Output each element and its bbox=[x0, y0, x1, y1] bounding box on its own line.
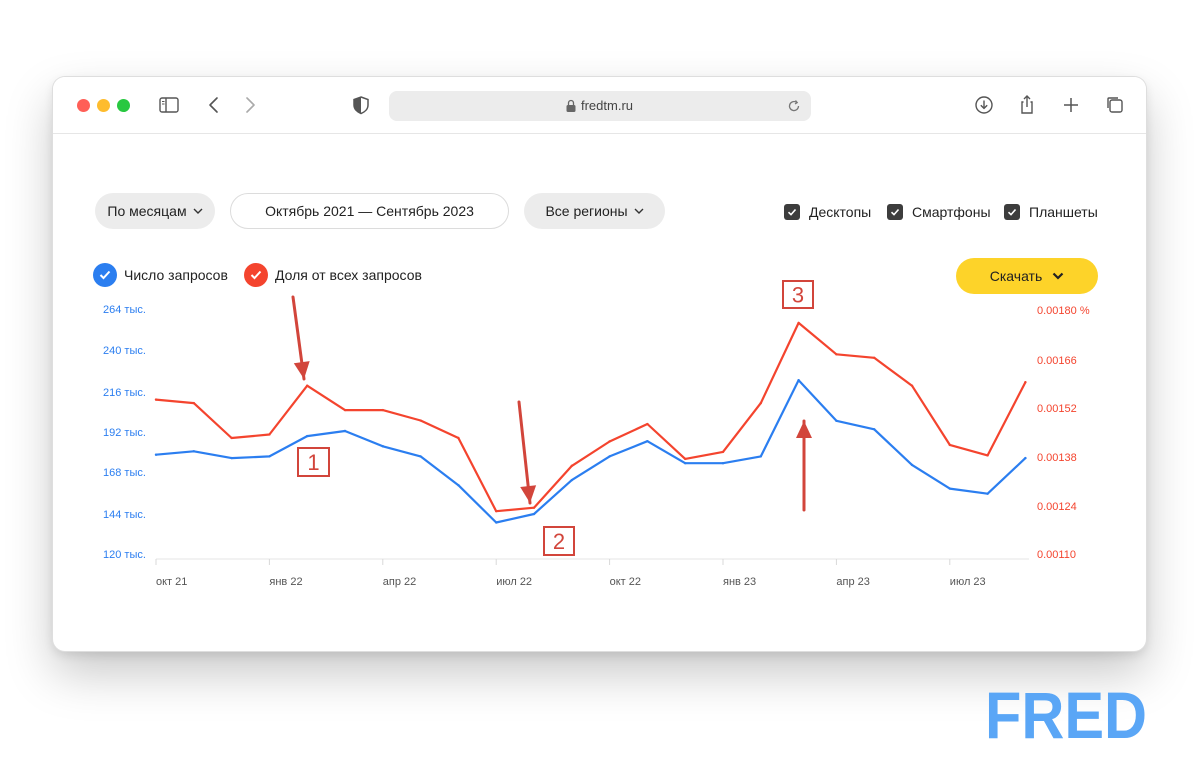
series-point bbox=[570, 478, 573, 482]
y-right-tick-label: 0.00180 % bbox=[1037, 305, 1090, 317]
y-left-tick-label: 216 тыс. bbox=[103, 387, 146, 399]
series-point bbox=[343, 408, 347, 412]
series-point bbox=[457, 436, 460, 440]
svg-text:FRED: FRED bbox=[985, 684, 1147, 742]
y-right-tick-label: 0.00110 bbox=[1037, 549, 1076, 561]
series-line-requests bbox=[154, 379, 1027, 524]
series-point bbox=[759, 401, 762, 405]
y-left-tick-label: 144 тыс. bbox=[103, 509, 146, 521]
browser-window: fredtm.ru По месяцам Октябрь 2021 — Сент… bbox=[53, 77, 1146, 651]
series-point bbox=[1024, 456, 1027, 460]
y-right-tick-label: 0.00152 bbox=[1037, 403, 1077, 415]
series-point bbox=[646, 439, 649, 443]
y-right-tick-label: 0.00124 bbox=[1037, 501, 1077, 513]
series-point bbox=[797, 321, 800, 325]
fred-logo: FRED bbox=[985, 684, 1147, 742]
series-point bbox=[1024, 381, 1027, 384]
series-point bbox=[835, 353, 838, 356]
series-point bbox=[192, 401, 195, 405]
series-point bbox=[192, 450, 195, 453]
series-point bbox=[343, 429, 347, 433]
series-point bbox=[835, 419, 838, 423]
x-tick-label: янв 23 bbox=[723, 576, 756, 588]
series-point bbox=[873, 356, 876, 359]
series-point bbox=[570, 464, 573, 468]
annotation-arrow-3-head bbox=[796, 421, 812, 438]
annotation-label: 3 bbox=[792, 283, 804, 308]
series-point bbox=[910, 463, 914, 467]
y-right-tick-label: 0.00166 bbox=[1037, 355, 1077, 367]
series-point bbox=[381, 445, 384, 448]
x-tick-label: окт 21 bbox=[156, 576, 187, 588]
series-point bbox=[268, 433, 271, 436]
series-point bbox=[230, 436, 233, 440]
series-point bbox=[948, 443, 951, 447]
y-left-tick-label: 120 тыс. bbox=[103, 549, 146, 561]
series-point bbox=[986, 454, 989, 457]
series-point bbox=[759, 455, 762, 458]
series-point bbox=[721, 450, 725, 454]
series-point bbox=[684, 461, 687, 465]
series-point bbox=[495, 509, 498, 513]
series-point bbox=[608, 455, 611, 458]
series-point bbox=[986, 492, 989, 495]
series-point bbox=[154, 398, 158, 401]
series-point bbox=[306, 384, 309, 387]
series-point bbox=[268, 455, 271, 458]
series-point bbox=[419, 455, 422, 458]
series-point bbox=[948, 487, 951, 490]
series-point bbox=[608, 440, 611, 443]
x-tick-label: окт 22 bbox=[610, 576, 641, 588]
x-tick-label: янв 22 bbox=[269, 576, 302, 588]
annotation-arrow-2-head bbox=[520, 485, 537, 503]
search-stats-chart: 264 тыс. 240 тыс. 216 тыс. 192 тыс. 168 тыс.… bbox=[103, 280, 1090, 588]
y-left-tick-label: 240 тыс. bbox=[103, 345, 146, 357]
series-point bbox=[684, 457, 687, 461]
annotation-arrow-1-head bbox=[293, 361, 310, 379]
x-tick-label: июл 22 bbox=[496, 576, 532, 588]
x-tick-label: июл 23 bbox=[950, 576, 986, 588]
series-point bbox=[306, 434, 309, 438]
y-left-tick-label: 168 тыс. bbox=[103, 467, 146, 479]
series-point bbox=[910, 384, 914, 387]
series-point bbox=[532, 506, 536, 509]
series-point bbox=[381, 408, 384, 412]
series-point bbox=[646, 422, 649, 426]
series-line-share bbox=[154, 321, 1027, 513]
series-point bbox=[532, 512, 536, 516]
annotation-label: 1 bbox=[307, 450, 319, 475]
x-tick-label: апр 22 bbox=[383, 576, 416, 588]
x-tick-label: апр 23 bbox=[836, 576, 869, 588]
y-left-tick-label: 192 тыс. bbox=[103, 427, 146, 439]
series-point bbox=[495, 521, 498, 524]
series-point bbox=[721, 461, 725, 465]
series-point bbox=[797, 378, 800, 382]
series-point bbox=[873, 428, 876, 431]
series-point bbox=[457, 484, 460, 487]
y-right-tick-label: 0.00138 bbox=[1037, 452, 1077, 464]
annotation-label: 2 bbox=[553, 529, 565, 554]
series-point bbox=[230, 456, 233, 460]
y-left-tick-label: 264 тыс. bbox=[103, 304, 146, 316]
series-point bbox=[154, 453, 158, 456]
series-point bbox=[419, 419, 422, 422]
